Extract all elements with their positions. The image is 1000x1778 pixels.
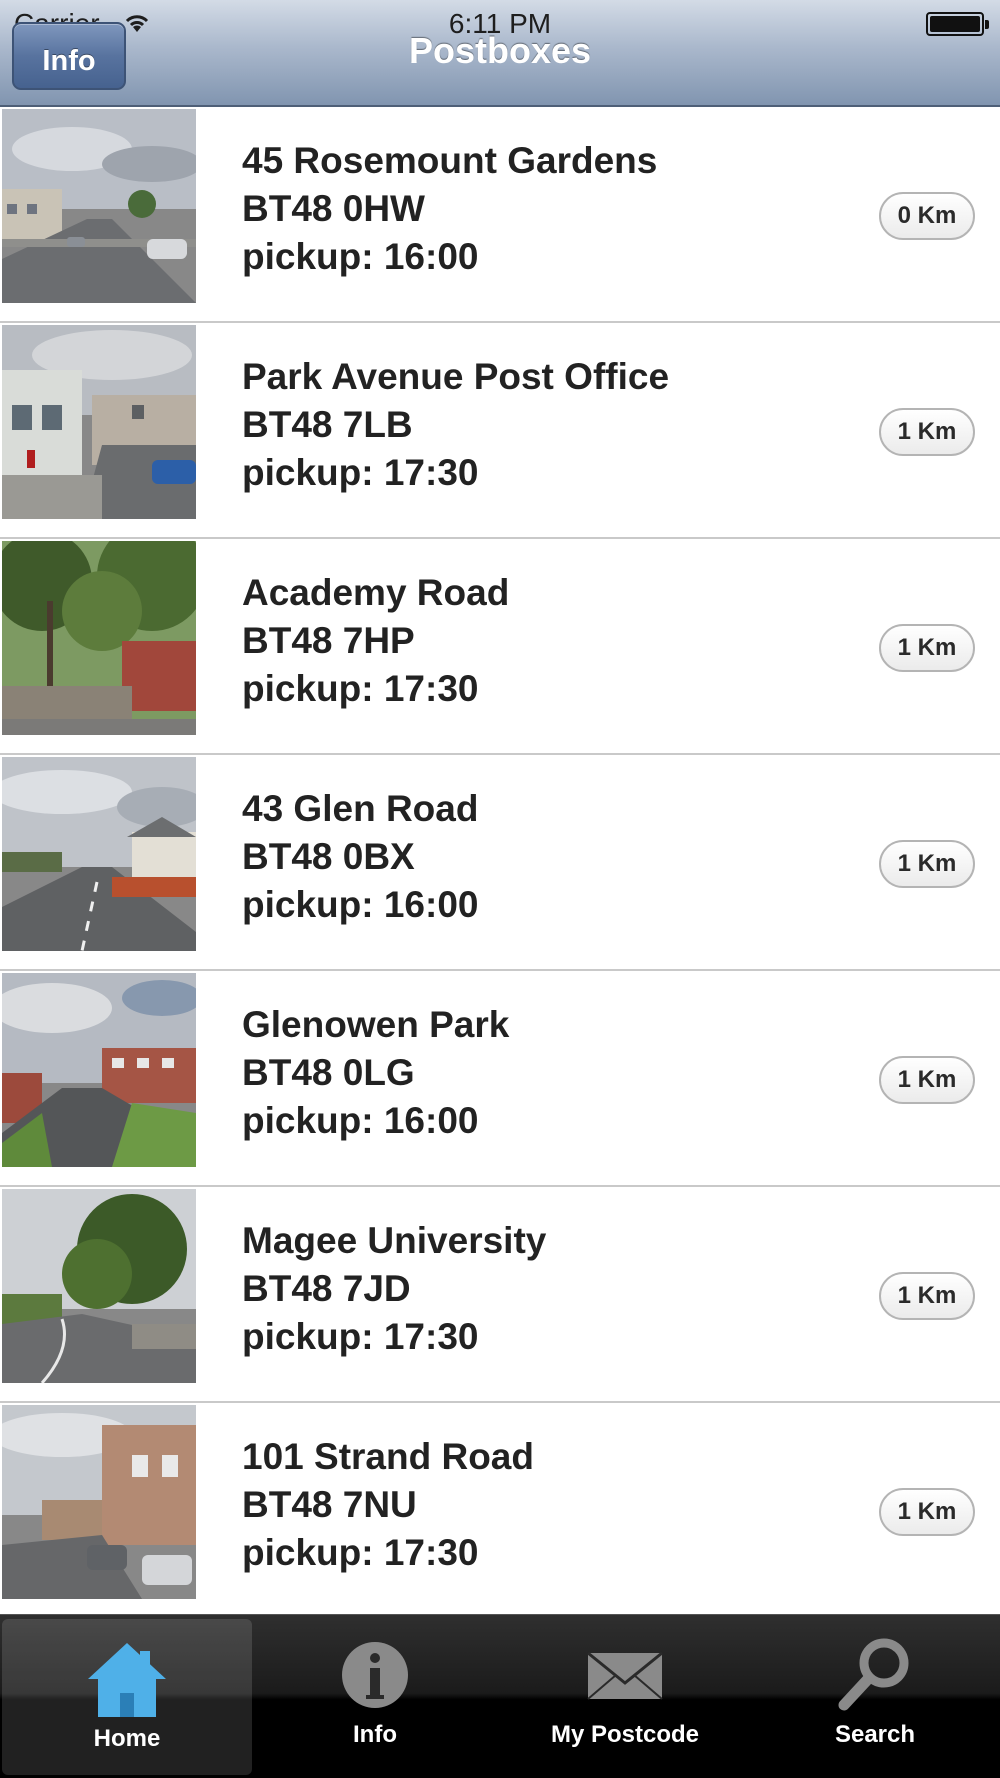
postbox-postcode: BT48 0HW bbox=[242, 188, 425, 229]
distance-badge: 1 Km bbox=[879, 624, 975, 672]
postbox-name: 43 Glen Road bbox=[242, 788, 479, 829]
distance-badge: 1 Km bbox=[879, 1488, 975, 1536]
postbox-pickup: pickup: 17:30 bbox=[242, 668, 479, 709]
tab-label: Home bbox=[93, 1725, 161, 1752]
list-item[interactable]: 45 Rosemount Gardens BT48 0HW pickup: 16… bbox=[0, 107, 1000, 323]
postbox-name: 101 Strand Road bbox=[242, 1436, 534, 1477]
envelope-icon bbox=[587, 1651, 663, 1700]
tab-bar: Home Info My Postcode Search bbox=[0, 1614, 1000, 1778]
street-view-thumbnail bbox=[2, 109, 196, 303]
search-icon bbox=[838, 1638, 909, 1711]
postbox-pickup: pickup: 17:30 bbox=[242, 1316, 479, 1357]
distance-badge: 1 Km bbox=[879, 1056, 975, 1104]
postbox-postcode: BT48 0BX bbox=[242, 836, 415, 877]
postbox-pickup: pickup: 16:00 bbox=[242, 884, 479, 925]
list-item[interactable]: 43 Glen Road BT48 0BX pickup: 16:00 1 Km bbox=[0, 755, 1000, 971]
tab-info[interactable]: Info bbox=[250, 1615, 500, 1778]
info-icon bbox=[342, 1642, 408, 1708]
street-view-thumbnail bbox=[2, 1189, 196, 1383]
postbox-name: Academy Road bbox=[242, 572, 510, 613]
postbox-details: 101 Strand Road BT48 7NU pickup: 17:30 bbox=[242, 1433, 534, 1577]
list-item[interactable]: Academy Road BT48 7HP pickup: 17:30 1 Km bbox=[0, 539, 1000, 755]
postbox-name: Glenowen Park bbox=[242, 1004, 510, 1045]
street-view-thumbnail bbox=[2, 1405, 196, 1599]
postbox-details: Glenowen Park BT48 0LG pickup: 16:00 bbox=[242, 1001, 509, 1145]
list-item[interactable]: 101 Strand Road BT48 7NU pickup: 17:30 1… bbox=[0, 1403, 1000, 1614]
tab-label: Info bbox=[353, 1721, 397, 1748]
page-title: Postboxes bbox=[408, 30, 592, 71]
list-item[interactable]: Glenowen Park BT48 0LG pickup: 16:00 1 K… bbox=[0, 971, 1000, 1187]
postbox-details: Magee University BT48 7JD pickup: 17:30 bbox=[242, 1217, 546, 1361]
distance-badge: 1 Km bbox=[879, 1272, 975, 1320]
postbox-postcode: BT48 7JD bbox=[242, 1268, 411, 1309]
postbox-details: 45 Rosemount Gardens BT48 0HW pickup: 16… bbox=[242, 137, 657, 281]
distance-badge: 0 Km bbox=[879, 192, 975, 240]
postbox-details: 43 Glen Road BT48 0BX pickup: 16:00 bbox=[242, 785, 478, 929]
list-item[interactable]: Park Avenue Post Office BT48 7LB pickup:… bbox=[0, 323, 1000, 539]
postbox-pickup: pickup: 16:00 bbox=[242, 236, 479, 277]
tab-home[interactable]: Home bbox=[2, 1619, 252, 1775]
street-view-thumbnail bbox=[2, 541, 196, 735]
navigation-bar: Carrier 6:11 PM Info Postboxes bbox=[0, 0, 1000, 107]
street-view-thumbnail bbox=[2, 757, 196, 951]
distance-badge: 1 Km bbox=[879, 840, 975, 888]
postbox-details: Academy Road BT48 7HP pickup: 17:30 bbox=[242, 569, 509, 713]
street-view-thumbnail bbox=[2, 325, 196, 519]
list-item[interactable]: Magee University BT48 7JD pickup: 17:30 … bbox=[0, 1187, 1000, 1403]
postbox-name: Magee University bbox=[242, 1220, 547, 1261]
postbox-pickup: pickup: 16:00 bbox=[242, 1100, 479, 1141]
postbox-list: 45 Rosemount Gardens BT48 0HW pickup: 16… bbox=[0, 107, 1000, 1614]
home-icon bbox=[88, 1643, 166, 1717]
tab-label: Search bbox=[834, 1721, 916, 1748]
postbox-name: 45 Rosemount Gardens bbox=[242, 140, 658, 181]
distance-badge: 1 Km bbox=[879, 408, 975, 456]
postbox-postcode: BT48 7LB bbox=[242, 404, 413, 445]
postbox-postcode: BT48 7HP bbox=[242, 620, 415, 661]
postbox-pickup: pickup: 17:30 bbox=[242, 452, 479, 493]
postbox-details: Park Avenue Post Office BT48 7LB pickup:… bbox=[242, 353, 669, 497]
postbox-postcode: BT48 7NU bbox=[242, 1484, 417, 1525]
postbox-pickup: pickup: 17:30 bbox=[242, 1532, 479, 1573]
postbox-name: Park Avenue Post Office bbox=[242, 356, 670, 397]
tab-label: My Postcode bbox=[550, 1721, 700, 1748]
tab-my-postcode[interactable]: My Postcode bbox=[500, 1615, 750, 1778]
postbox-postcode: BT48 0LG bbox=[242, 1052, 415, 1093]
tab-search[interactable]: Search bbox=[750, 1615, 1000, 1778]
street-view-thumbnail bbox=[2, 973, 196, 1167]
